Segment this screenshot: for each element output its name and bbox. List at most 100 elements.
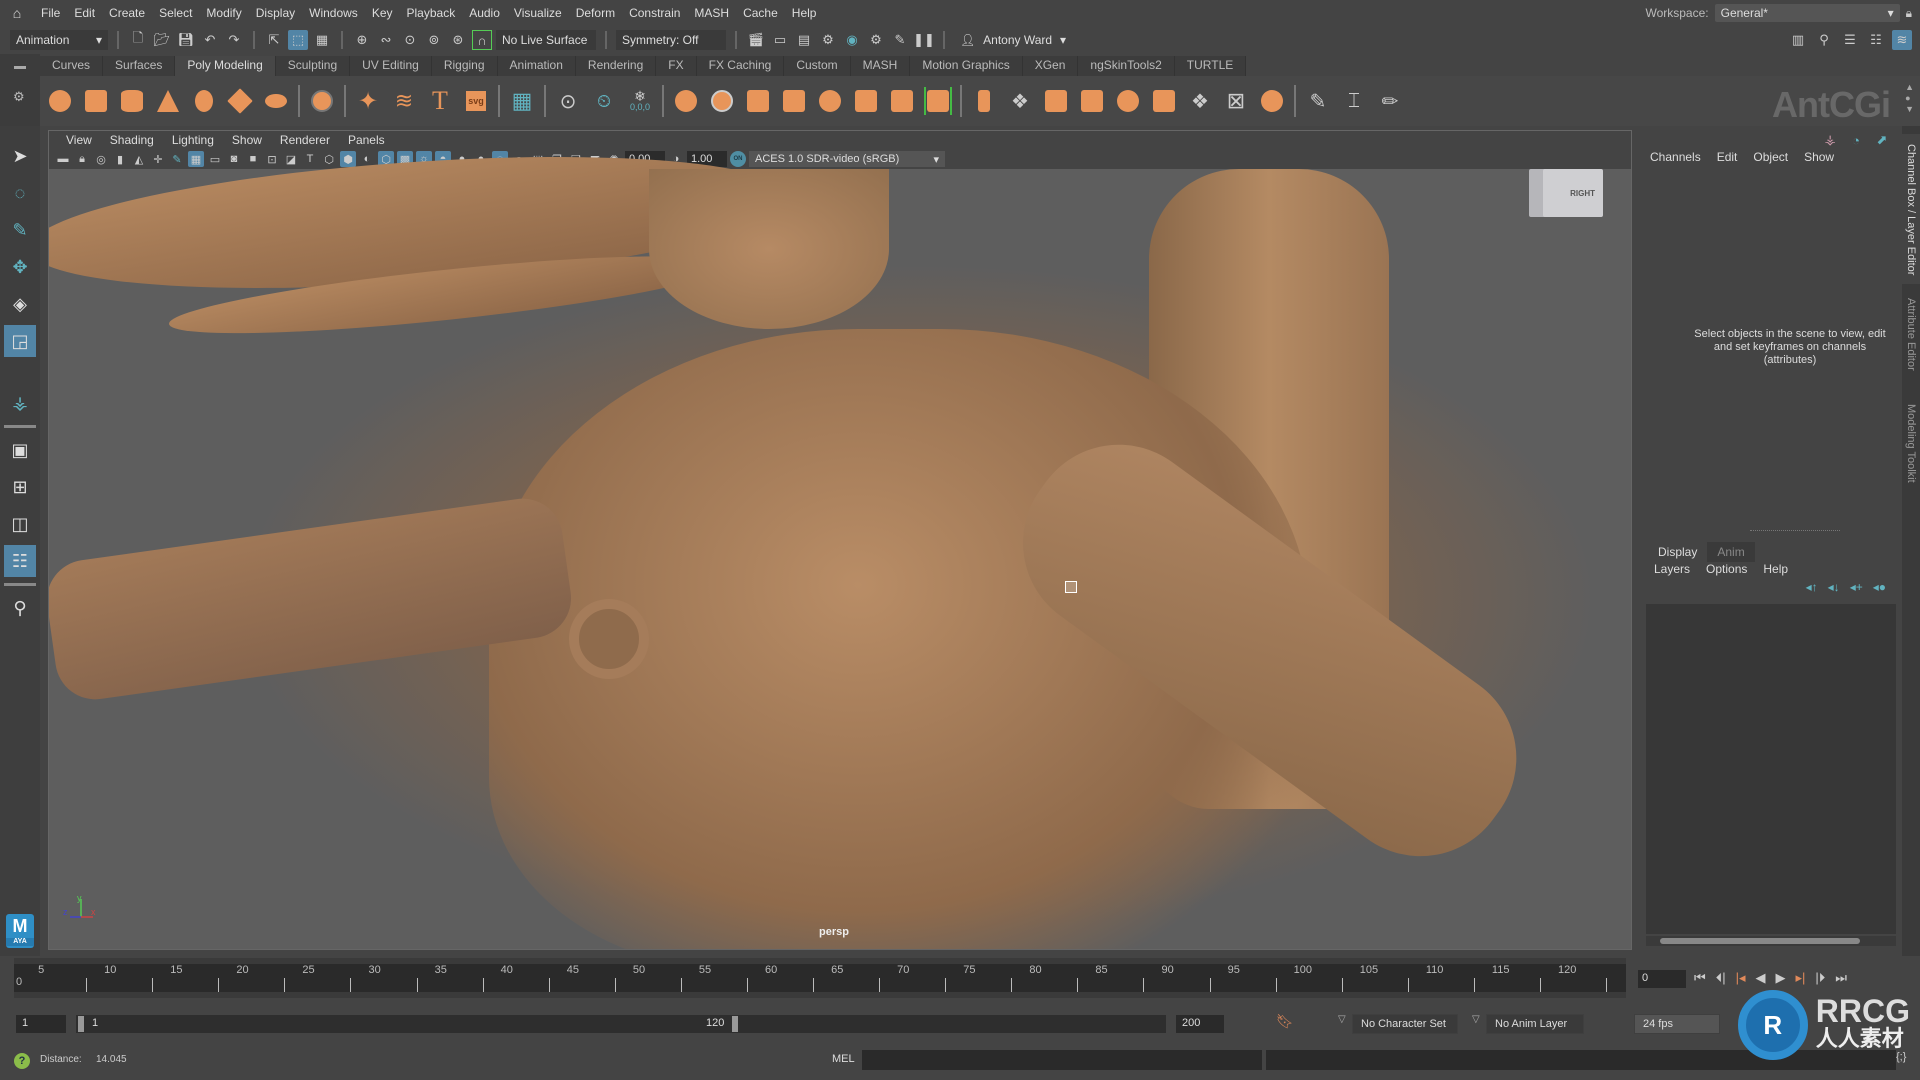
grid-icon[interactable]: ▦ [188,151,204,167]
freeze-transform-icon[interactable]: ❄ 0,0,0 [626,87,654,115]
layer-list-scrollbar[interactable] [1646,936,1896,946]
connect-tool-icon[interactable]: ✎ [1304,87,1332,115]
shelf-tab-mash[interactable]: MASH [850,56,911,76]
symmetry-dropdown[interactable]: Symmetry: Off [616,30,726,50]
shelf-tab-curves[interactable]: Curves [40,56,104,76]
fill-hole-icon[interactable]: ❖ [1006,87,1034,115]
rotate-tool-icon[interactable]: ◈ [4,288,36,320]
hypershade-icon[interactable]: ◉ [842,30,862,50]
animation-start-field[interactable]: 1 [16,1015,66,1033]
manipulator-icon[interactable]: ⚶ [1820,130,1840,150]
render-setup-icon[interactable]: ⚙ [866,30,886,50]
two-view-icon[interactable]: ◫ [4,508,36,540]
search-icon[interactable]: ⚲ [4,592,36,624]
move-layer-down-icon[interactable]: ◂↓ [1828,580,1840,594]
target-weld-icon[interactable] [1114,87,1142,115]
user-account-dropdown[interactable]: 👤︎ Antony Ward ▾ [954,30,1072,50]
panel-splitter[interactable] [1750,530,1840,531]
viewcube-right-face[interactable]: RIGHT [1570,189,1595,198]
select-tool-icon[interactable]: ➤ [4,140,36,172]
script-language-label[interactable]: MEL [832,1053,855,1065]
poly-disc-icon[interactable] [262,87,290,115]
type-tool-icon[interactable]: T [426,86,454,115]
tab-modeling-toolkit[interactable]: Modeling Toolkit [1902,394,1920,504]
shelf-tab-motion-graphics[interactable]: Motion Graphics [910,56,1023,76]
wireframe-icon[interactable]: ⬡ [321,151,337,167]
shelf-tab-surfaces[interactable]: Surfaces [103,56,176,76]
layer-list[interactable] [1646,604,1896,934]
delete-history-icon[interactable]: ⏲ [590,87,618,115]
snap-curve-icon[interactable]: ∾ [376,30,396,50]
snap-surface-icon[interactable]: ⊛ [448,30,468,50]
shelf-tab-rigging[interactable]: Rigging [431,56,498,76]
menu-file[interactable]: File [34,6,67,20]
menu-edit[interactable]: Edit [67,6,102,20]
command-input[interactable] [862,1050,1262,1070]
field-chart-icon[interactable]: ⊡ [264,151,280,167]
shelf-tab-xgen[interactable]: XGen [1022,56,1079,76]
undo-icon[interactable]: ↶ [200,30,220,50]
viewport-menu-view[interactable]: View [57,133,101,147]
current-frame-field[interactable]: 0 [1638,970,1686,988]
chevron-down-icon[interactable]: ▽ [1338,1014,1346,1025]
save-scene-icon[interactable]: 💾︎ [176,30,196,50]
menu-modify[interactable]: Modify [199,6,248,20]
graph-editor-icon[interactable]: ⬈ [1872,130,1892,150]
menu-display[interactable]: Display [249,6,302,20]
new-layer-icon[interactable]: ◂+ [1850,580,1863,594]
shelf-scroll[interactable]: ▲ ● ▼ [1905,82,1914,115]
menu-key[interactable]: Key [365,6,400,20]
channel-menu-edit[interactable]: Edit [1717,150,1738,164]
shelf-tab-rendering[interactable]: Rendering [575,56,657,76]
svg-tool-icon[interactable]: svg [462,87,490,115]
bridge-icon[interactable] [888,87,916,115]
menuset-dropdown[interactable]: Animation ▾ [10,30,108,50]
edge-loop-icon[interactable] [1078,87,1106,115]
viewport-menu-renderer[interactable]: Renderer [271,133,339,147]
modeling-toolkit-icon[interactable]: ▥ [1788,30,1808,50]
viewport-menu-panels[interactable]: Panels [339,133,394,147]
shelf-tabs-menu-icon[interactable] [14,66,26,69]
pause-viewport-icon[interactable]: ❚❚ [913,30,935,50]
xform-constraint-icon[interactable]: ⊙ [554,87,582,115]
gate-mask-icon[interactable]: ■ [245,151,261,167]
menu-visualize[interactable]: Visualize [507,6,569,20]
show-manipulator-icon[interactable]: ⚶ [4,387,36,419]
snap-view-plane-icon[interactable]: ⊚ [424,30,444,50]
range-end-handle[interactable] [732,1016,738,1032]
single-perspective-view-icon[interactable]: ▣ [4,434,36,466]
character-set-dropdown[interactable]: No Character Set [1352,1014,1458,1034]
gear-icon[interactable]: ⚙ [13,89,40,105]
bookmark-add-icon[interactable]: 🔖︎ [1276,1013,1294,1030]
super-shape-icon[interactable]: ✦ [354,87,382,115]
go-to-end-icon[interactable]: ⏭ [1835,970,1847,986]
menu-audio[interactable]: Audio [462,6,507,20]
grease-pencil-icon[interactable]: ✎ [169,151,185,167]
poly-sphere-icon[interactable] [46,87,74,115]
viewport-panel[interactable]: View Shading Lighting Show Renderer Pane… [48,130,1632,950]
extract-icon[interactable] [852,87,880,115]
ipr-render-icon[interactable]: ▤ [794,30,814,50]
help-icon[interactable]: ? [14,1053,30,1069]
step-back-key-icon[interactable]: |◂ [1736,970,1746,986]
paint-select-tool-icon[interactable]: ✎ [4,214,36,246]
shelf-tab-uv-editing[interactable]: UV Editing [350,56,432,76]
layer-tab-display[interactable]: Display [1648,542,1708,562]
camera-attributes-icon[interactable]: ◎ [93,151,109,167]
platonic-solid-icon[interactable] [308,87,336,115]
go-to-start-icon[interactable]: ⏮ [1694,970,1706,986]
home-icon[interactable]: ⌂ [6,2,28,24]
lock-icon[interactable]: 🔒︎ [1906,6,1912,21]
menu-help[interactable]: Help [785,6,824,20]
viewcube[interactable]: RIGHT [1543,169,1603,217]
redo-icon[interactable]: ↷ [224,30,244,50]
snap-point-icon[interactable]: ⊙ [400,30,420,50]
lock-camera-icon[interactable]: 🔒︎ [74,151,90,167]
play-backwards-icon[interactable]: ◀ [1756,970,1766,986]
step-forward-key-icon[interactable]: ▸| [1796,970,1806,986]
channel-box-icon[interactable]: ≋ [1892,30,1912,50]
smooth-shade-icon[interactable]: ⬢ [340,151,356,167]
smooth-icon[interactable] [744,87,772,115]
extrude-icon[interactable] [970,87,998,115]
select-object-icon[interactable]: ⬚ [288,30,308,50]
